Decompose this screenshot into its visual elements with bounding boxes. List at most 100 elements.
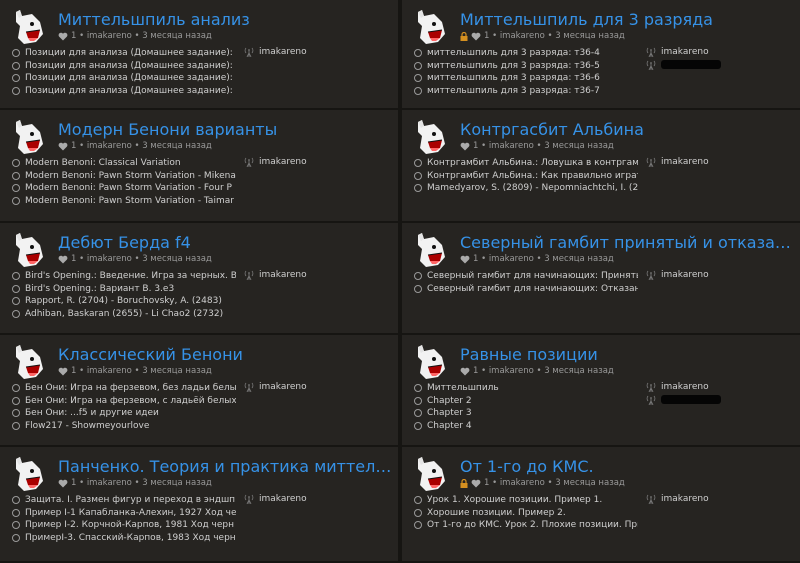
member-item[interactable]: imakareno (244, 46, 307, 59)
chapter-item[interactable]: Пример I-1 Капабланка-Алехин, 1927 Ход ч… (12, 507, 236, 520)
member-name[interactable]: imakareno (259, 156, 307, 169)
chapter-item[interactable]: Северный гамбит для начинающих: Отказан (414, 283, 638, 296)
study-meta-text: 1 • imakareno • 3 месяца назад (484, 31, 625, 41)
study-card[interactable]: Северный гамбит принятый и отказанный 1 •… (400, 223, 800, 335)
chapter-item[interactable]: Позиции для анализа (Домашнее задание): … (12, 85, 236, 98)
chapter-circle-icon (414, 521, 422, 530)
chapter-item[interactable]: Хорошие позиции. Пример 2. (414, 507, 638, 520)
study-title-link[interactable]: Контргасбит Альбина (460, 120, 794, 139)
chapter-item[interactable]: Миттельшпиль (414, 382, 638, 395)
study-card[interactable]: Панченко. Теория и практика миттельшпиля… (0, 447, 400, 563)
chapter-item[interactable]: Rapport, R. (2704) - Boruchovsky, A. (24… (12, 295, 236, 308)
chapter-item[interactable]: От 1-го до КМС. Урок 2. Плохие позиции. … (414, 519, 638, 532)
member-item[interactable]: imakareno (244, 381, 307, 394)
chapter-item[interactable]: Modern Benoni: Pawn Storm Variation - Ta… (12, 195, 236, 208)
member-item[interactable]: imakareno (646, 269, 709, 282)
member-item[interactable]: imakareno (646, 381, 721, 394)
member-item[interactable]: imakareno (244, 493, 307, 506)
chapter-item[interactable]: Bird's Opening.: Введение. Игра за черны… (12, 270, 236, 283)
member-list: imakareno (244, 269, 307, 282)
member-item[interactable]: imakareno (244, 156, 307, 169)
study-title-link[interactable]: Классический Бенони (58, 345, 392, 364)
study-card[interactable]: Классический Бенони 1 • imakareno • 3 мес… (0, 335, 400, 447)
member-item[interactable]: imakareno (646, 46, 721, 59)
chapter-circle-icon (414, 171, 422, 180)
chapter-label: Защита. I. Размен фигур и переход в эндш… (25, 495, 236, 505)
chapter-item[interactable]: Защита. I. Размен фигур и переход в эндш… (12, 494, 236, 507)
chapter-item[interactable]: Бен Они: Игра на ферзевом, с ладьёй белы… (12, 395, 236, 408)
study-title-link[interactable]: Равные позиции (460, 345, 794, 364)
chapter-item[interactable]: миттельшпиль для 3 разряда: т36-6 (414, 72, 638, 85)
chapter-item[interactable]: ПримерI-3. Спасский-Карпов, 1983 Ход чер… (12, 532, 236, 545)
study-title-link[interactable]: Панченко. Теория и практика миттельшпиля… (58, 457, 392, 476)
chapter-label: Rapport, R. (2704) - Boruchovsky, A. (24… (25, 296, 222, 307)
chapter-item[interactable]: Adhiban, Baskaran (2655) - Li Chao2 (273… (12, 308, 236, 321)
study-meta-text: 1 • imakareno • 3 месяца назад (484, 478, 625, 488)
study-card[interactable]: Модерн Бенони варианты 1 • imakareno • 3 … (0, 110, 400, 223)
chapter-list: Бен Они: Игра на ферзевом, без ладьи бел… (12, 382, 236, 432)
chapter-item[interactable]: Контргамбит Альбина.: Ловушка в контргам (414, 157, 638, 170)
study-title-link[interactable]: Миттельшпиль анализ (58, 10, 392, 29)
study-meta: 1 • imakareno • 3 месяца назад (58, 478, 212, 488)
chapter-item[interactable]: Контргамбит Альбина.: Как правильно игра… (414, 170, 638, 183)
chapter-item[interactable]: Bird's Opening.: Вариант В. 3.е3 (12, 283, 236, 296)
member-item[interactable] (646, 394, 721, 407)
member-name[interactable]: imakareno (259, 381, 307, 394)
member-item[interactable]: imakareno (646, 493, 709, 506)
study-card[interactable]: Миттельшпиль анализ 1 • imakareno • 3 мес… (0, 0, 400, 110)
member-item[interactable] (646, 59, 721, 72)
member-list: imakareno (646, 493, 709, 506)
chapter-label: Adhiban, Baskaran (2655) - Li Chao2 (273… (25, 308, 224, 319)
chapter-item[interactable]: Северный гамбит для начинающих: Принять (414, 270, 638, 283)
antenna-icon (646, 60, 656, 71)
study-title-link[interactable]: От 1-го до КМС. (460, 457, 794, 476)
study-avatar-icon (10, 343, 48, 381)
member-name[interactable]: imakareno (259, 269, 307, 282)
chapter-item[interactable]: миттельшпиль для 3 разряда: т36-5 (414, 60, 638, 73)
member-list: imakareno (646, 46, 721, 71)
chapter-circle-icon (414, 87, 422, 96)
chapter-label: Mamedyarov, S. (2809) - Nepomniachtchi, … (427, 183, 638, 194)
chapter-label: Bird's Opening.: Введение. Игра за черны… (25, 271, 236, 281)
study-card[interactable]: Дебют Берда f4 1 • imakareno • 3 месяца н… (0, 223, 400, 335)
study-card[interactable]: От 1-го до КМС. 1 • imakareno • 3 месяца … (400, 447, 800, 563)
study-title-link[interactable]: Миттельшпиль для 3 разряда (460, 10, 794, 29)
study-card[interactable]: Контргасбит Альбина 1 • imakareno • 3 мес… (400, 110, 800, 223)
member-name[interactable]: imakareno (661, 46, 709, 59)
chapter-item[interactable]: Позиции для анализа (Домашнее задание): … (12, 47, 236, 60)
chapter-item[interactable]: миттельшпиль для 3 разряда: т36-4 (414, 47, 638, 60)
chapter-item[interactable]: Flow217 - Showmeyourlove (12, 420, 236, 433)
member-name[interactable]: imakareno (661, 156, 709, 169)
chapter-item[interactable]: Chapter 4 (414, 420, 638, 433)
chapter-item[interactable]: Chapter 2 (414, 395, 638, 408)
member-name[interactable]: imakareno (661, 493, 709, 506)
study-card[interactable]: Равные позиции 1 • imakareno • 3 месяца н… (400, 335, 800, 447)
chapter-item[interactable]: Бен Они: Игра на ферзевом, без ладьи бел… (12, 382, 236, 395)
study-title-link[interactable]: Дебют Берда f4 (58, 233, 392, 252)
member-name[interactable]: imakareno (661, 269, 709, 282)
chapter-label: Северный гамбит для начинающих: Принять (427, 271, 638, 281)
member-name[interactable]: imakareno (259, 493, 307, 506)
chapter-item[interactable]: Modern Benoni: Pawn Storm Variation - Fo… (12, 182, 236, 195)
chapter-circle-icon (12, 284, 20, 293)
chapter-label: Chapter 3 (427, 408, 472, 419)
member-item[interactable]: imakareno (646, 156, 709, 169)
chapter-item[interactable]: Пример I-2. Корчной-Карпов, 1981 Ход чер… (12, 519, 236, 532)
chapter-item[interactable]: Урок 1. Хорошие позиции. Пример 1. (414, 494, 638, 507)
chapter-item[interactable]: миттельшпиль для 3 разряда: т36-7 (414, 85, 638, 98)
chapter-item[interactable]: Бен Они: ...f5 и другие идеи (12, 407, 236, 420)
chapter-item[interactable]: Chapter 3 (414, 407, 638, 420)
member-name[interactable]: imakareno (259, 46, 307, 59)
chapter-item[interactable]: Modern Benoni: Classical Variation (12, 157, 236, 170)
chapter-circle-icon (12, 508, 20, 517)
member-item[interactable]: imakareno (244, 269, 307, 282)
member-name[interactable]: imakareno (661, 381, 709, 394)
chapter-item[interactable]: Позиции для анализа (Домашнее задание): … (12, 72, 236, 85)
study-title-link[interactable]: Модерн Бенони варианты (58, 120, 392, 139)
study-title-link[interactable]: Северный гамбит принятый и отказанный (460, 233, 794, 252)
chapter-item[interactable]: Modern Benoni: Pawn Storm Variation - Mi… (12, 170, 236, 183)
heart-icon (58, 479, 68, 488)
chapter-item[interactable]: Mamedyarov, S. (2809) - Nepomniachtchi, … (414, 182, 638, 195)
chapter-item[interactable]: Позиции для анализа (Домашнее задание): … (12, 60, 236, 73)
study-card[interactable]: Миттельшпиль для 3 разряда 1 • imakareno … (400, 0, 800, 110)
